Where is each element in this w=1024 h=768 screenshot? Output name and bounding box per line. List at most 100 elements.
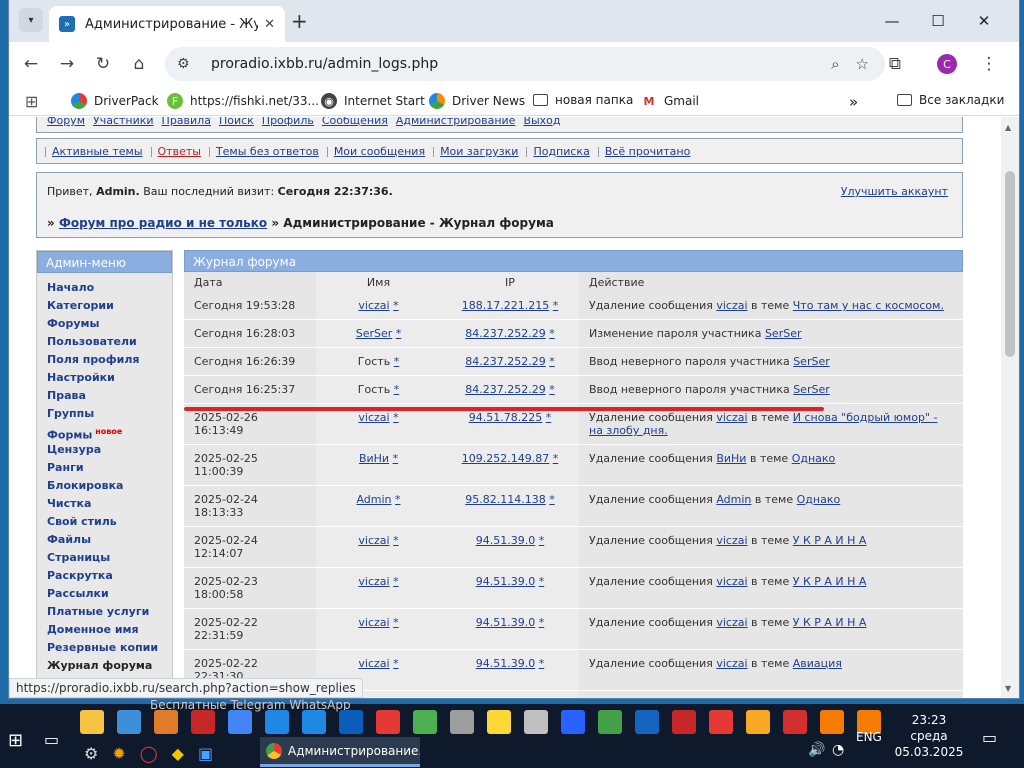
admin-menu-item[interactable]: Доменное имя <box>47 621 172 639</box>
task-view-icon[interactable]: ▭ <box>44 730 59 749</box>
log-name-star-link[interactable]: * <box>393 575 399 588</box>
taskbar-chrome-task[interactable]: Администрирование... <box>260 737 420 767</box>
app-icon[interactable]: ◆ <box>172 744 184 763</box>
tab-active[interactable]: » Администрирование - Журнал ✕ <box>49 6 285 42</box>
volume-icon[interactable]: 🔊 <box>808 742 825 758</box>
more-bookmarks-button[interactable]: » <box>849 93 858 111</box>
network-icon[interactable]: ◔ <box>832 742 844 758</box>
opera-icon[interactable]: ◯ <box>140 744 158 763</box>
log-ip-link[interactable]: 84.237.252.29 <box>465 355 545 368</box>
log-actor-link[interactable]: viczai <box>716 411 747 424</box>
topnav-link[interactable]: Правила <box>162 117 211 127</box>
tray-app-icon[interactable] <box>709 710 733 734</box>
log-ip-link[interactable]: 84.237.252.29 <box>465 383 545 396</box>
reload-button[interactable]: ↻ <box>91 52 115 76</box>
topnav-link[interactable]: Администрирование <box>396 117 516 127</box>
log-actor-link[interactable]: viczai <box>716 299 747 312</box>
topnav-link[interactable]: Поиск <box>219 117 254 127</box>
tray-app-icon[interactable] <box>117 710 141 734</box>
log-actor-link[interactable]: viczai <box>716 575 747 588</box>
tray-app-icon[interactable] <box>635 710 659 734</box>
subnav-link[interactable]: Подписка <box>533 145 589 158</box>
log-name-link[interactable]: viczai <box>358 299 389 312</box>
log-name-link[interactable]: ВиНи <box>359 452 389 465</box>
log-name-star-link[interactable]: * <box>393 616 399 629</box>
log-actor-link[interactable]: viczai <box>716 657 747 670</box>
scroll-down-icon[interactable]: ▼ <box>1005 684 1011 693</box>
log-topic-link[interactable]: У К Р А И Н А <box>793 575 867 588</box>
scroll-thumb[interactable] <box>1005 171 1015 357</box>
log-actor-link[interactable]: SerSer <box>793 355 830 368</box>
log-topic-link[interactable]: У К Р А И Н А <box>793 616 867 629</box>
tray-app-icon[interactable] <box>376 710 400 734</box>
log-actor-link[interactable]: viczai <box>716 616 747 629</box>
log-topic-link[interactable]: Однако <box>797 493 841 506</box>
bookmark-internet-start[interactable]: ◉ Internet Start <box>321 93 425 109</box>
admin-menu-item[interactable]: Платные услуги <box>47 603 172 621</box>
tray-app-icon[interactable] <box>265 710 289 734</box>
close-tab-icon[interactable]: ✕ <box>264 17 275 32</box>
log-ip-star-link[interactable]: * <box>539 657 545 670</box>
log-ip-star-link[interactable]: * <box>539 534 545 547</box>
tray-app-icon[interactable] <box>820 710 844 734</box>
log-name-link[interactable]: viczai <box>358 411 389 424</box>
tray-app-icon[interactable] <box>561 710 585 734</box>
log-ip-link[interactable]: 94.51.78.225 <box>469 411 542 424</box>
log-ip-link[interactable]: 95.82.114.138 <box>465 493 545 506</box>
log-ip-star-link[interactable]: * <box>553 299 559 312</box>
admin-menu-item[interactable]: Цензура <box>47 441 172 459</box>
zoom-icon[interactable]: ⌕ <box>831 55 839 73</box>
log-ip-link[interactable]: 84.237.252.29 <box>465 327 545 340</box>
address-bar[interactable]: ⚙ proradio.ixbb.ru/admin_logs.php ⌕ ☆ <box>165 47 885 81</box>
log-ip-link[interactable]: 94.51.39.0 <box>476 616 535 629</box>
subnav-link[interactable]: Всё прочитано <box>605 145 690 158</box>
bookmark-new-folder[interactable]: новая папка <box>533 93 633 107</box>
log-name-star-link[interactable]: * <box>396 327 402 340</box>
admin-menu-item[interactable]: Файлы <box>47 531 172 549</box>
bookmark-gmail[interactable]: M Gmail <box>641 93 700 109</box>
log-ip-link[interactable]: 94.51.39.0 <box>476 575 535 588</box>
admin-menu-item[interactable]: Страницы <box>47 549 172 567</box>
log-actor-link[interactable]: SerSer <box>765 327 802 340</box>
log-ip-star-link[interactable]: * <box>539 616 545 629</box>
tray-app-icon[interactable] <box>672 710 696 734</box>
tray-app-icon[interactable] <box>80 710 104 734</box>
log-ip-star-link[interactable]: * <box>549 327 555 340</box>
topnav-link[interactable]: Профиль <box>262 117 314 127</box>
admin-menu-item[interactable]: Пользователи <box>47 333 172 351</box>
log-name-link[interactable]: Admin <box>356 493 391 506</box>
app-icon[interactable]: ✹ <box>112 744 125 763</box>
admin-menu-item[interactable]: Рассылки <box>47 585 172 603</box>
log-name-star-link[interactable]: * <box>394 383 400 396</box>
tray-app-icon[interactable] <box>524 710 548 734</box>
log-name-link[interactable]: viczai <box>358 534 389 547</box>
close-window-button[interactable]: ✕ <box>961 0 1007 42</box>
tray-app-icon[interactable] <box>746 710 770 734</box>
bookmark-driverpack[interactable]: DriverPack <box>71 93 159 109</box>
profile-avatar[interactable]: С <box>937 54 957 74</box>
admin-menu-item[interactable]: Чистка <box>47 495 172 513</box>
admin-menu-item[interactable]: Блокировка <box>47 477 172 495</box>
admin-menu-item[interactable]: Начало <box>47 279 172 297</box>
maximize-button[interactable]: ☐ <box>915 0 961 42</box>
subnav-link[interactable]: Ответы <box>158 145 201 158</box>
minimize-button[interactable]: — <box>869 0 915 42</box>
topnav-link[interactable]: Участники <box>93 117 154 127</box>
subnav-link[interactable]: Мои загрузки <box>440 145 518 158</box>
log-ip-star-link[interactable]: * <box>549 383 555 396</box>
log-topic-link[interactable]: У К Р А И Н А <box>793 534 867 547</box>
forward-button[interactable]: → <box>55 52 79 76</box>
tray-app-icon[interactable] <box>598 710 622 734</box>
extensions-icon[interactable]: ⧉ <box>883 52 907 76</box>
language-indicator[interactable]: ENG <box>856 730 882 744</box>
log-name-link[interactable]: SerSer <box>356 327 393 340</box>
log-actor-link[interactable]: SerSer <box>793 383 830 396</box>
admin-menu-item[interactable]: Резервные копии <box>47 639 172 657</box>
log-ip-star-link[interactable]: * <box>553 452 559 465</box>
log-actor-link[interactable]: viczai <box>716 534 747 547</box>
home-button[interactable]: ⌂ <box>127 52 151 76</box>
clock[interactable]: 23:23 среда 05.03.2025 <box>890 712 968 760</box>
new-tab-button[interactable]: + <box>291 11 308 31</box>
log-topic-link[interactable]: Что там у нас с космосом. <box>793 299 944 312</box>
start-button[interactable]: ⊞ <box>8 730 23 751</box>
